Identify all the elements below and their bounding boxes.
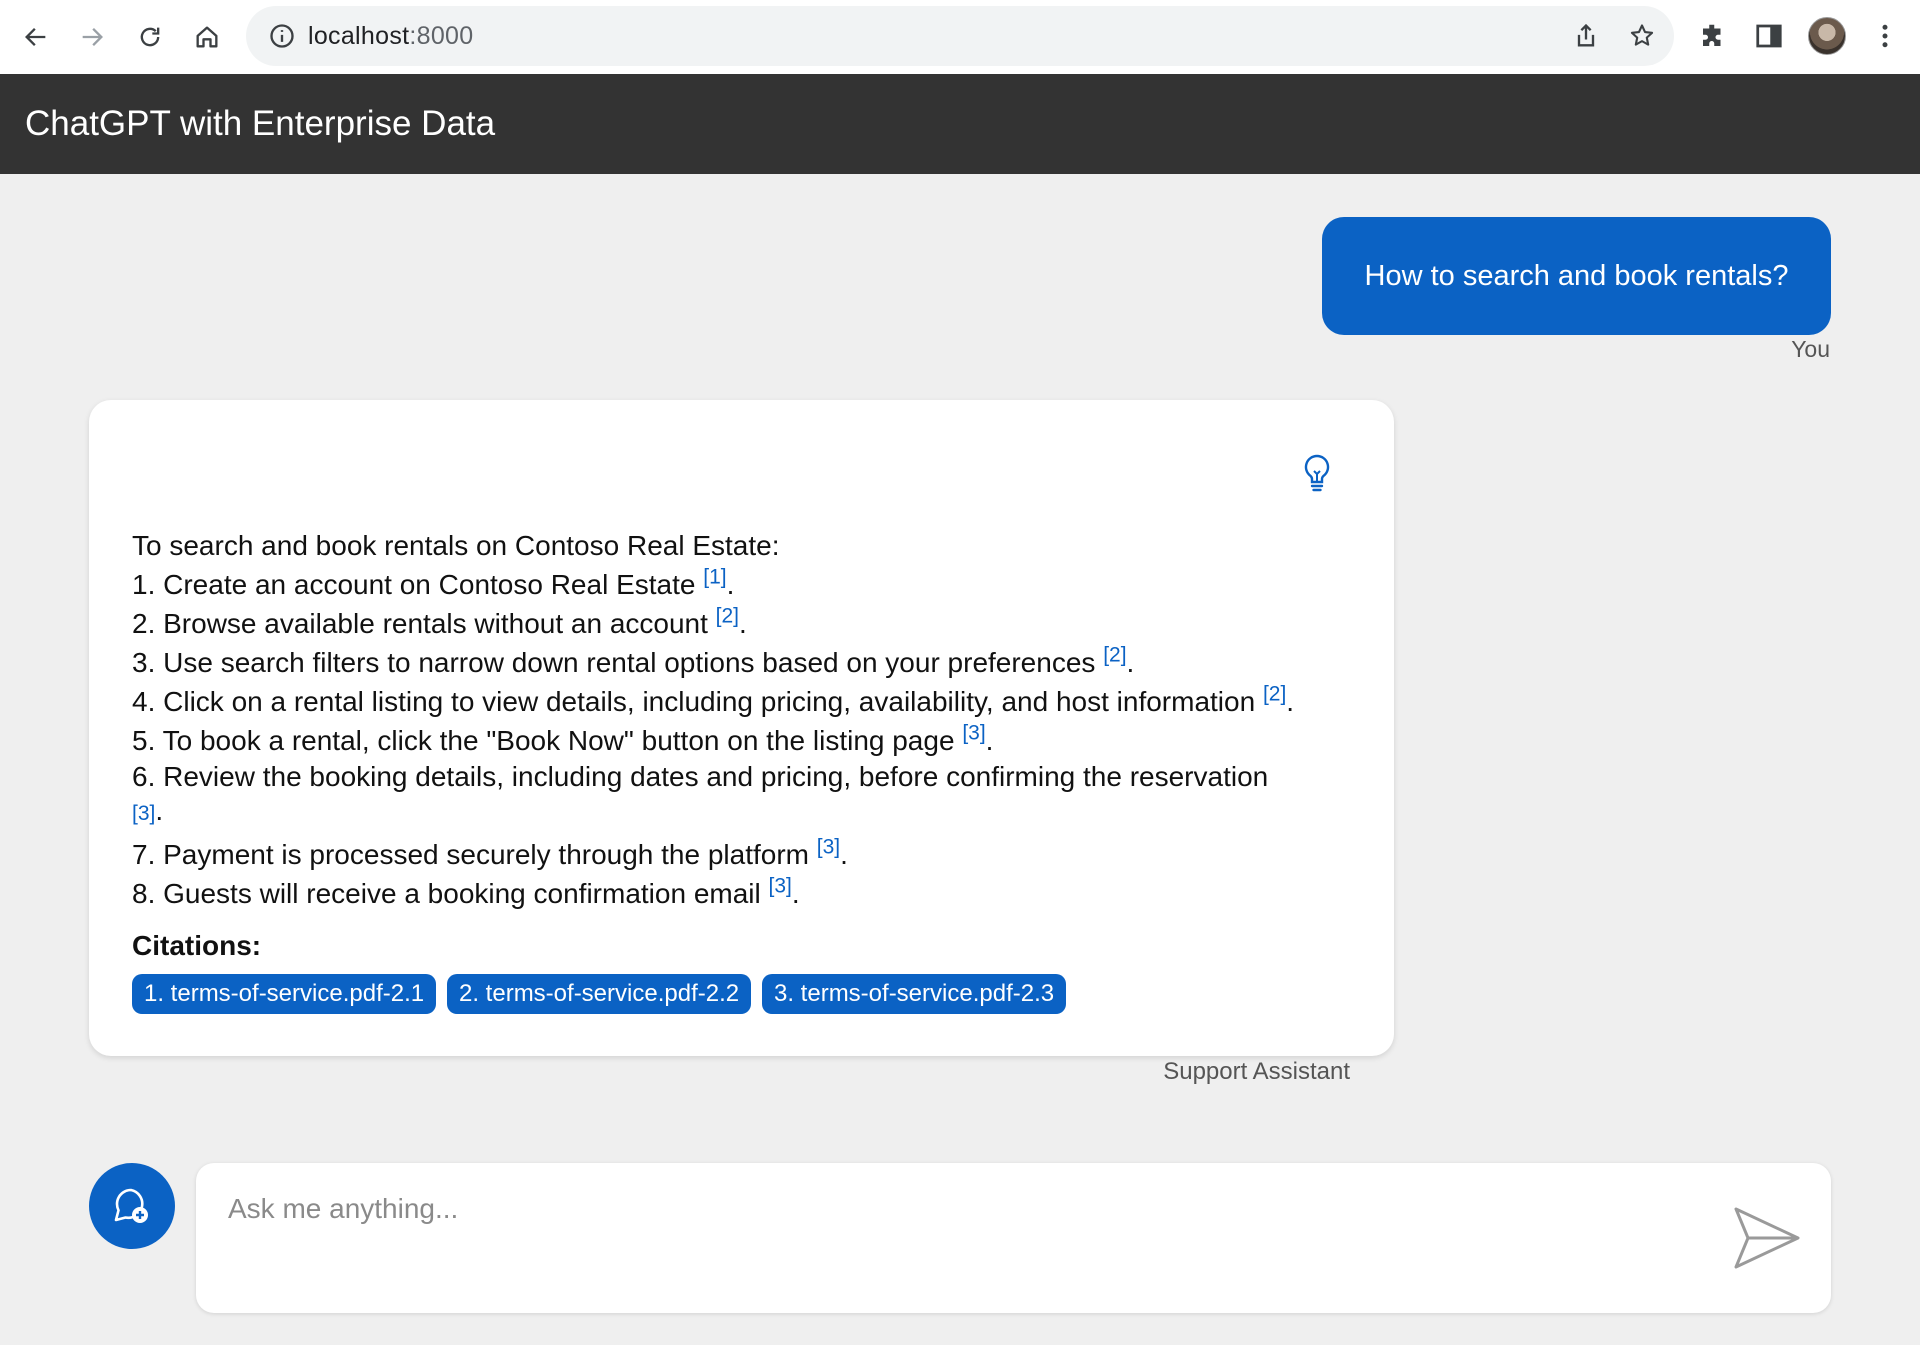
user-message-text: How to search and book rentals?	[1364, 259, 1789, 292]
answer-step: 8. Guests will receive a booking confirm…	[132, 874, 800, 909]
reload-icon	[140, 27, 160, 47]
kebab-menu-icon[interactable]	[1870, 21, 1900, 51]
home-button[interactable]	[185, 15, 229, 59]
answer-step: 7. Payment is processed securely through…	[132, 835, 848, 870]
citations-heading: Citations:	[132, 930, 262, 961]
assistant-answer: To search and book rentals on Contoso Re…	[132, 526, 1352, 913]
answer-step: 1. Create an account on Contoso Real Est…	[132, 565, 735, 600]
address-bar[interactable]: localhost:8000	[246, 6, 1674, 66]
browser-toolbar: localhost:8000	[0, 0, 1920, 74]
app-header: ChatGPT with Enterprise Data	[0, 74, 1920, 174]
citation-link[interactable]: [3]	[962, 722, 985, 745]
answer-step: 4. Click on a rental listing to view det…	[132, 682, 1295, 717]
user-sender-label: You	[1791, 336, 1830, 362]
share-icon[interactable]	[1572, 22, 1600, 50]
app-title: ChatGPT with Enterprise Data	[25, 104, 496, 143]
home-icon	[196, 26, 218, 48]
lightbulb-icon[interactable]	[1300, 453, 1334, 493]
new-chat-button[interactable]	[89, 1163, 175, 1249]
profile-avatar[interactable]	[1808, 17, 1846, 55]
citation-link[interactable]: [3]	[769, 875, 792, 898]
chat-add-icon	[114, 1188, 148, 1223]
citation-chip[interactable]: 2. terms-of-service.pdf-2.2	[447, 974, 752, 1014]
back-button[interactable]	[14, 15, 58, 59]
citation-link[interactable]: [2]	[1263, 683, 1286, 706]
citation-link[interactable]: [1]	[703, 566, 726, 589]
citation-chip[interactable]: 3. terms-of-service.pdf-2.3	[762, 974, 1067, 1014]
citation-chip[interactable]: 1. terms-of-service.pdf-2.1	[132, 974, 437, 1014]
chat-input-box	[196, 1163, 1831, 1313]
answer-step: 2. Browse available rentals without an a…	[132, 604, 747, 639]
star-icon[interactable]	[1628, 22, 1656, 50]
answer-step: 5. To book a rental, click the "Book Now…	[132, 721, 994, 756]
citation-link[interactable]: [3]	[817, 836, 840, 859]
forward-button[interactable]	[70, 15, 114, 59]
send-icon[interactable]	[1730, 1201, 1804, 1275]
answer-step: 3. Use search filters to narrow down ren…	[132, 643, 1135, 678]
arrow-left-icon	[25, 28, 46, 46]
info-icon[interactable]	[268, 22, 296, 50]
extensions-icon[interactable]	[1698, 21, 1728, 51]
citation-link[interactable]: [2]	[1103, 644, 1126, 667]
url-text[interactable]: localhost:8000	[308, 6, 473, 66]
arrow-right-icon	[82, 28, 103, 46]
citation-link[interactable]: [3]	[132, 802, 155, 825]
answer-step: 6. Review the booking details, including…	[132, 761, 1269, 826]
answer-intro: To search and book rentals on Contoso Re…	[132, 530, 780, 561]
user-message-bubble: How to search and book rentals?	[1322, 217, 1831, 335]
chat-input[interactable]	[228, 1193, 1678, 1283]
reload-button[interactable]	[128, 15, 172, 59]
side-panel-icon[interactable]	[1754, 21, 1784, 51]
citation-link[interactable]: [2]	[716, 605, 739, 628]
assistant-sender-label: Support Assistant	[1163, 1058, 1350, 1085]
